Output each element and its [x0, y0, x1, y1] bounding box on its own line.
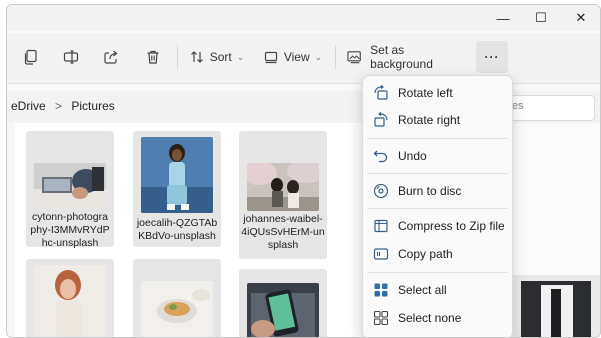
- breadcrumb-separator: >: [55, 99, 63, 113]
- select-none-icon: [372, 309, 390, 327]
- share-icon: [104, 50, 118, 64]
- menu-item-label: Compress to Zip file: [398, 219, 505, 233]
- disc-icon: [372, 182, 390, 200]
- menu-separator: [367, 272, 508, 273]
- title-bar: — ☐ ✕: [7, 5, 600, 31]
- menu-item-label: Undo: [398, 149, 427, 163]
- set-as-background-label: Set as background: [370, 43, 433, 71]
- menu-item-label: Rotate left: [398, 86, 453, 100]
- copy-path-icon: [372, 245, 390, 263]
- close-button[interactable]: ✕: [561, 5, 600, 31]
- breadcrumb[interactable]: eDrive > Pictures: [11, 99, 115, 113]
- chevron-down-icon: ⌄: [236, 51, 245, 62]
- rotate-right-icon: [372, 111, 390, 129]
- undo-icon: [372, 147, 390, 165]
- delete-icon: [147, 50, 159, 64]
- breadcrumb-pictures[interactable]: Pictures: [71, 99, 114, 113]
- image-thumbnail: [34, 163, 106, 209]
- preview-image: [511, 275, 600, 337]
- see-more-menu: Rotate left Rotate right Undo Burn to di…: [362, 75, 513, 337]
- menu-item-select-none[interactable]: Select none: [363, 305, 512, 331]
- maximize-icon: ☐: [535, 10, 547, 25]
- rotate-left-icon: [372, 84, 390, 102]
- menu-separator: [367, 173, 508, 174]
- file-tile[interactable]: [26, 259, 114, 337]
- sort-button[interactable]: Sort ⌄: [189, 45, 245, 69]
- menu-item-label: Burn to disc: [398, 184, 462, 198]
- file-tile[interactable]: [239, 269, 327, 337]
- select-all-icon: [372, 281, 390, 299]
- see-more-button[interactable]: ···: [476, 41, 508, 73]
- copy-button[interactable]: [19, 45, 43, 69]
- image-thumbnail: [34, 265, 106, 337]
- view-icon: [264, 51, 277, 64]
- menu-item-label: Select none: [398, 311, 462, 325]
- minimize-button[interactable]: —: [483, 5, 523, 31]
- breadcrumb-onedrive[interactable]: eDrive: [11, 99, 46, 113]
- menu-item-compress-to-zip[interactable]: Compress to Zip file: [363, 213, 512, 239]
- view-button[interactable]: View ⌄: [263, 45, 323, 69]
- navigation-pane-edge: [7, 123, 15, 337]
- toolbar-separator: [335, 45, 336, 69]
- menu-item-rotate-left[interactable]: Rotate left: [363, 80, 512, 106]
- menu-item-undo[interactable]: Undo: [363, 143, 512, 169]
- sort-icon: [190, 51, 203, 63]
- menu-separator: [367, 138, 508, 139]
- more-icon: ···: [484, 50, 500, 64]
- delete-button[interactable]: [141, 45, 165, 69]
- minimize-icon: —: [496, 10, 510, 26]
- sort-label: Sort: [209, 50, 232, 64]
- file-tile[interactable]: cytonn-photogra phy-I3MMvRYdP hc-unsplash: [26, 131, 114, 249]
- menu-item-select-all[interactable]: Select all: [363, 277, 512, 303]
- image-thumbnail: [141, 137, 213, 213]
- image-thumbnail: [141, 281, 213, 337]
- image-thumbnail: [247, 283, 319, 337]
- file-tile[interactable]: joecalih-QZGTAb KBdVo-unsplash: [133, 131, 221, 247]
- menu-item-copy-path[interactable]: Copy path: [363, 241, 512, 267]
- wallpaper-icon: [347, 51, 361, 64]
- file-name: johannes-waibel- 4iQUsSvHErM-un splash: [241, 213, 325, 251]
- file-explorer-window: — ☐ ✕ Sort ⌄ View ⌄ Set as background ··…: [6, 4, 601, 338]
- file-name: cytonn-photogra phy-I3MMvRYdP hc-unsplash: [30, 211, 110, 249]
- file-tile[interactable]: [133, 259, 221, 337]
- menu-item-label: Select all: [398, 283, 447, 297]
- view-label: View: [283, 50, 310, 64]
- zip-icon: [372, 217, 390, 235]
- search-placeholder: es: [512, 100, 524, 112]
- close-icon: ✕: [575, 10, 587, 25]
- menu-separator: [367, 208, 508, 209]
- rename-button[interactable]: [59, 45, 83, 69]
- menu-item-burn-to-disc[interactable]: Burn to disc: [363, 178, 512, 204]
- file-tile[interactable]: johannes-waibel- 4iQUsSvHErM-un splash: [239, 131, 327, 259]
- menu-item-label: Rotate right: [398, 113, 461, 127]
- share-button[interactable]: [99, 45, 123, 69]
- chevron-down-icon: ⌄: [314, 51, 323, 62]
- rename-icon: [63, 50, 79, 64]
- copy-icon: [24, 49, 37, 65]
- toolbar-separator: [177, 45, 178, 69]
- menu-item-label: Copy path: [398, 247, 453, 261]
- file-name: joecalih-QZGTAb KBdVo-unsplash: [136, 217, 218, 242]
- maximize-button[interactable]: ☐: [521, 5, 561, 31]
- set-as-background-button[interactable]: Set as background: [347, 43, 465, 71]
- image-thumbnail: [247, 163, 319, 211]
- menu-item-rotate-right[interactable]: Rotate right: [363, 107, 512, 133]
